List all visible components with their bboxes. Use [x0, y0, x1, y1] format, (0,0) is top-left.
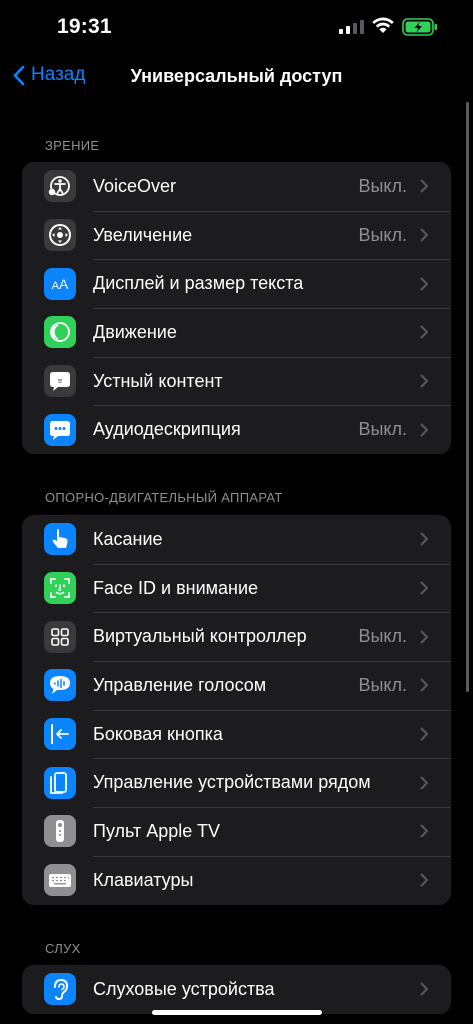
chevron-right-icon	[420, 423, 428, 437]
settings-row[interactable]: Face ID и внимание	[22, 563, 451, 613]
row-label: Касание	[93, 528, 163, 549]
row-label: Устный контент	[93, 370, 223, 391]
settings-row[interactable]: AA Дисплей и размер текста	[22, 259, 451, 308]
home-indicator[interactable]	[152, 1010, 322, 1015]
settings-row[interactable]: Слуховые устройства	[22, 965, 451, 1014]
voice-control-icon	[44, 669, 76, 702]
hearing-devices-icon	[44, 973, 76, 1006]
audio-description-icon	[44, 413, 76, 446]
row-label: VoiceOver	[93, 175, 177, 196]
settings-row[interactable]: Управление голосом Выкл.	[22, 661, 451, 710]
settings-group-hearing: Слуховые устройства	[22, 965, 451, 1014]
chevron-right-icon	[420, 581, 428, 595]
settings-row[interactable]: Движение	[22, 308, 451, 357]
nearby-devices-icon	[44, 766, 76, 799]
row-label: Боковая кнопка	[93, 723, 223, 744]
chevron-right-icon	[420, 325, 428, 339]
chevron-right-icon	[420, 277, 428, 291]
row-value: Выкл.	[358, 175, 407, 196]
row-label: Управление голосом	[93, 674, 267, 695]
row-label: Движение	[93, 321, 177, 342]
page-title-text: Универсальный доступ	[130, 66, 343, 86]
settings-group-motor: Касание Face ID и внимание Виртуальный кон…	[22, 515, 451, 905]
svg-text:AA: AA	[52, 276, 69, 292]
section-header-vision: ЗРЕНИЕ	[45, 138, 100, 153]
wifi-icon	[372, 17, 394, 33]
face-id-icon	[44, 572, 76, 605]
spoken-content-icon: ≡	[44, 365, 76, 398]
row-label: Пульт Apple TV	[93, 820, 220, 841]
row-label: Увеличение	[93, 224, 193, 245]
row-value: Выкл.	[358, 674, 407, 695]
row-label: Слуховые устройства	[93, 978, 275, 999]
row-value: Выкл.	[358, 626, 407, 647]
settings-row[interactable]: Касание	[22, 515, 451, 564]
chevron-right-icon	[420, 824, 428, 838]
zoom-icon	[44, 219, 76, 252]
settings-row[interactable]: Аудиодескрипция Выкл.	[22, 405, 451, 454]
chevron-right-icon	[420, 374, 428, 388]
status-bar: 19:31	[0, 0, 473, 56]
chevron-right-icon	[420, 727, 428, 741]
row-label: Аудиодескрипция	[93, 419, 241, 440]
chevron-right-icon	[420, 532, 428, 546]
chevron-right-icon	[420, 630, 428, 644]
row-value: Выкл.	[358, 419, 407, 440]
chevron-right-icon	[420, 776, 428, 790]
settings-row[interactable]: Пульт Apple TV	[22, 807, 451, 856]
switch-control-icon	[44, 620, 76, 653]
settings-row[interactable]: Управление устройствами рядом	[22, 758, 451, 807]
row-label: Face ID и внимание	[93, 577, 259, 598]
status-time: 19:31	[57, 15, 112, 38]
svg-text:≡: ≡	[58, 377, 63, 386]
row-label: Дисплей и размер текста	[93, 273, 304, 294]
settings-row[interactable]: ≡ Устный контент	[22, 356, 451, 406]
section-header-hearing: СЛУХ	[45, 941, 81, 956]
chevron-right-icon	[420, 982, 428, 996]
motion-icon	[44, 316, 76, 349]
settings-row[interactable]: Виртуальный контроллер Выкл.	[22, 612, 451, 661]
settings-row[interactable]: Боковая кнопка	[22, 709, 451, 759]
chevron-right-icon	[420, 678, 428, 692]
side-button-icon	[44, 718, 76, 751]
cellular-signal-icon	[339, 20, 364, 34]
chevron-right-icon	[420, 228, 428, 242]
chevron-right-icon	[420, 873, 428, 887]
text-size-icon: AA	[44, 267, 76, 300]
row-label: Клавиатуры	[93, 869, 194, 890]
apple-tv-remote-icon	[44, 815, 76, 848]
battery-charging-icon	[402, 18, 437, 36]
navigation-bar: Назад Универсальный доступ	[0, 56, 473, 98]
chevron-right-icon	[420, 179, 428, 193]
settings-row[interactable]: Клавиатуры	[22, 855, 451, 905]
row-label: Управление устройствами рядом	[93, 772, 371, 793]
keyboard-icon	[44, 864, 76, 897]
row-value: Выкл.	[358, 224, 407, 245]
settings-row[interactable]: Увеличение Выкл.	[22, 210, 451, 260]
voiceover-icon	[44, 170, 76, 203]
touch-icon	[44, 523, 76, 556]
page-title: Универсальный доступ	[0, 66, 473, 87]
scrollbar[interactable]	[466, 102, 469, 692]
section-header-motor: ОПОРНО-ДВИГАТЕЛЬНЫЙ АППАРАТ	[45, 490, 283, 505]
row-label: Виртуальный контроллер	[93, 626, 307, 647]
settings-row[interactable]: VoiceOver Выкл.	[22, 162, 451, 211]
settings-group-vision: VoiceOver Выкл. Увеличение Выкл. AA Дисплей и…	[22, 162, 451, 455]
